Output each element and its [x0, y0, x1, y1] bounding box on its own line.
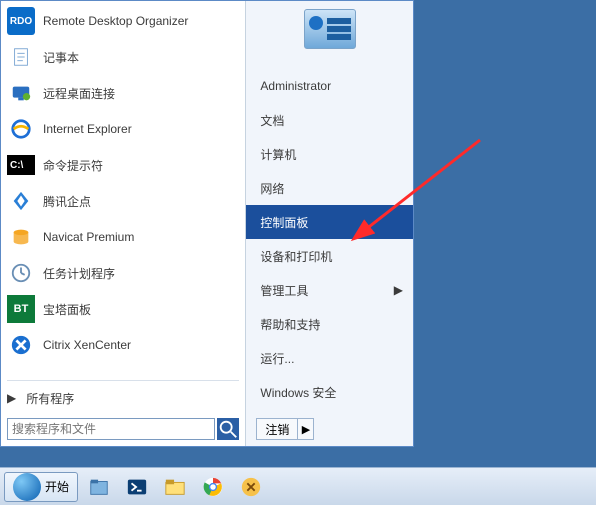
- right-item-label: 文档: [260, 112, 284, 129]
- program-item-navicat[interactable]: Navicat Premium: [1, 219, 245, 255]
- taskbar: 开始: [0, 467, 596, 505]
- right-item-label: Windows 安全: [260, 384, 336, 401]
- program-label: Citrix XenCenter: [43, 338, 131, 352]
- search-button[interactable]: [217, 418, 239, 440]
- program-label: 命令提示符: [43, 157, 103, 174]
- user-avatar-container: [246, 9, 413, 69]
- notepad-icon: [7, 43, 35, 71]
- start-menu-right-pane: Administrator 文档计算机网络控制面板设备和打印机管理工具 ▶ 帮助和支持…: [246, 1, 413, 446]
- xen-icon: [7, 331, 35, 359]
- start-menu: RDO Remote Desktop Organizer 记事本远程桌面连接 Inte…: [0, 0, 414, 447]
- right-item-label: Administrator: [260, 79, 331, 93]
- right-item-1[interactable]: 文档: [246, 103, 413, 137]
- program-item-rdo[interactable]: RDO Remote Desktop Organizer: [1, 3, 245, 39]
- program-label: Remote Desktop Organizer: [43, 14, 188, 28]
- right-item-label: 管理工具: [260, 282, 308, 299]
- bt-icon: BT: [7, 295, 35, 323]
- taskbar-icon-powershell[interactable]: [120, 472, 154, 502]
- chevron-right-icon: ▶: [7, 391, 16, 405]
- program-list: RDO Remote Desktop Organizer 记事本远程桌面连接 Inte…: [1, 1, 245, 377]
- qidian-icon: [7, 187, 35, 215]
- program-label: Navicat Premium: [43, 230, 134, 244]
- program-item-xen[interactable]: Citrix XenCenter: [1, 327, 245, 363]
- right-item-5[interactable]: 设备和打印机: [246, 239, 413, 273]
- logout-row: 注销 ▶: [246, 412, 413, 446]
- right-item-3[interactable]: 网络: [246, 171, 413, 205]
- right-item-6[interactable]: 管理工具 ▶: [246, 273, 413, 307]
- search-input[interactable]: [7, 418, 215, 440]
- taskbar-icon-libraries[interactable]: [82, 472, 116, 502]
- rdo-icon: RDO: [7, 7, 35, 35]
- tasksched-icon: [7, 259, 35, 287]
- right-item-7[interactable]: 帮助和支持: [246, 307, 413, 341]
- rdp-icon: [7, 79, 35, 107]
- program-item-bt[interactable]: BT 宝塔面板: [1, 291, 245, 327]
- program-item-cmd[interactable]: C:\ 命令提示符: [1, 147, 245, 183]
- right-item-label: 设备和打印机: [260, 248, 332, 265]
- taskbar-icon-app[interactable]: [234, 472, 268, 502]
- program-item-rdp[interactable]: 远程桌面连接: [1, 75, 245, 111]
- start-button[interactable]: 开始: [4, 472, 78, 502]
- start-orb-icon: [13, 473, 41, 501]
- program-item-qidian[interactable]: 腾讯企点: [1, 183, 245, 219]
- right-item-9[interactable]: Windows 安全: [246, 375, 413, 409]
- all-programs-label: 所有程序: [26, 390, 74, 407]
- logout-button[interactable]: 注销: [256, 418, 298, 440]
- separator: [7, 380, 239, 381]
- right-item-label: 控制面板: [260, 214, 308, 231]
- program-item-ie[interactable]: Internet Explorer: [1, 111, 245, 147]
- taskbar-icon-explorer[interactable]: [158, 472, 192, 502]
- program-label: 远程桌面连接: [43, 85, 115, 102]
- program-label: 记事本: [43, 49, 79, 66]
- right-item-label: 帮助和支持: [260, 316, 320, 333]
- right-item-label: 运行...: [260, 350, 294, 367]
- program-label: 腾讯企点: [43, 193, 91, 210]
- start-menu-left-pane: RDO Remote Desktop Organizer 记事本远程桌面连接 Inte…: [1, 1, 246, 446]
- program-item-tasksched[interactable]: 任务计划程序: [1, 255, 245, 291]
- right-item-8[interactable]: 运行...: [246, 341, 413, 375]
- right-item-2[interactable]: 计算机: [246, 137, 413, 171]
- right-item-0[interactable]: Administrator: [246, 69, 413, 103]
- ie-icon: [7, 115, 35, 143]
- right-item-4[interactable]: 控制面板: [246, 205, 413, 239]
- all-programs-button[interactable]: ▶ 所有程序: [1, 384, 245, 412]
- right-pane-list: Administrator 文档计算机网络控制面板设备和打印机管理工具 ▶ 帮助和支持…: [246, 69, 413, 412]
- search-bar: [1, 412, 245, 446]
- logout-options-button[interactable]: ▶: [298, 418, 314, 440]
- taskbar-icon-chrome[interactable]: [196, 472, 230, 502]
- program-label: 任务计划程序: [43, 265, 115, 282]
- program-item-notepad[interactable]: 记事本: [1, 39, 245, 75]
- program-label: 宝塔面板: [43, 301, 91, 318]
- program-label: Internet Explorer: [43, 122, 132, 136]
- cmd-icon: C:\: [7, 151, 35, 179]
- navicat-icon: [7, 223, 35, 251]
- chevron-right-icon: ▶: [394, 283, 403, 297]
- right-item-label: 计算机: [260, 146, 296, 163]
- search-icon: [217, 418, 239, 440]
- start-button-label: 开始: [45, 478, 69, 495]
- user-avatar-icon: [304, 9, 356, 49]
- logout-label: 注销: [265, 421, 289, 438]
- right-item-label: 网络: [260, 180, 284, 197]
